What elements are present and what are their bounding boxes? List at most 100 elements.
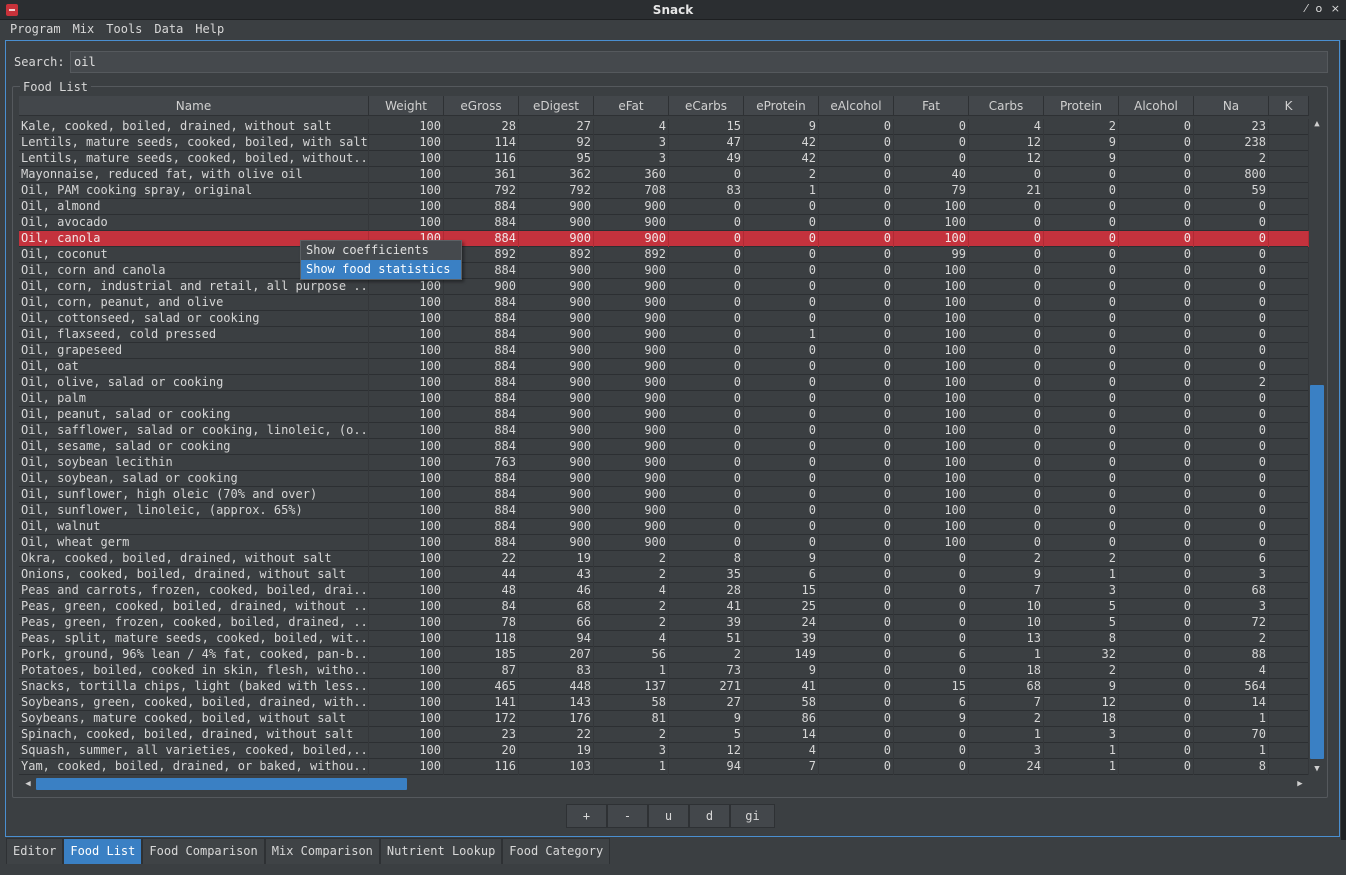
menu-item-show-coefficients[interactable]: Show coefficients <box>301 241 461 260</box>
table-row[interactable]: Onions, cooked, boiled, drained, without… <box>19 567 1309 583</box>
tab-food-category[interactable]: Food Category <box>502 838 611 864</box>
table-row[interactable]: Oil, PAM cooking spray, original 100 792 79… <box>19 183 1309 199</box>
menu-data[interactable]: Data <box>148 20 189 36</box>
table-cell: 2 <box>1194 151 1269 167</box>
food-name-cell: Oil, corn, peanut, and olive <box>19 295 369 311</box>
horizontal-scroll-thumb[interactable] <box>36 778 407 790</box>
table-row[interactable]: Oil, soybean lecithin 100 763 900 900 0 0 0 100 0… <box>19 455 1309 471</box>
vertical-scrollbar[interactable]: ▲ ▼ <box>1309 117 1325 776</box>
table-row[interactable]: Oil, coconut100892892892000990000 <box>19 247 1309 263</box>
table-row[interactable]: Squash, summer, all varieties, cooked, b… <box>19 743 1309 759</box>
table-cell: 0 <box>1119 695 1194 711</box>
table-cell: 78 <box>444 615 519 631</box>
table-row[interactable]: Oil, cottonseed, salad or cooking 100 884 9… <box>19 311 1309 327</box>
table-row[interactable]: Spinach, cooked, boiled, drained, withou… <box>19 727 1309 743</box>
table-row[interactable]: Oil, palm 100 884 900 900 0 0 0 100 0 0 0 0 <box>19 391 1309 407</box>
column-header[interactable]: K <box>1269 96 1309 116</box>
table-row[interactable]: Oil, safflower, salad or cooking, linole… <box>19 423 1309 439</box>
table-row[interactable]: Oil, sesame, salad or cooking 100 884 900 90… <box>19 439 1309 455</box>
table-row[interactable]: Peas, green, cooked, boiled, drained, wi… <box>19 599 1309 615</box>
food-name-cell: Oil, sesame, salad or cooking <box>19 439 369 455</box>
column-header[interactable]: Carbs <box>969 96 1044 116</box>
table-row[interactable]: Oil, corn and canola10088490090000010000… <box>19 263 1309 279</box>
horizontal-scrollbar[interactable]: ◀ ▶ <box>19 776 1309 792</box>
table-row[interactable]: Oil, canola 100 884 900 900 0 0 0 100 0 0 0 0 <box>19 231 1309 247</box>
table-row[interactable]: Pork, ground, 96% lean / 4% fat, cooked,… <box>19 647 1309 663</box>
table-row[interactable]: Lentils, mature seeds, cooked, boiled, w… <box>19 151 1309 167</box>
add-button[interactable]: + <box>566 804 607 828</box>
table-row[interactable]: Mayonnaise, reduced fat, with olive oil 1… <box>19 167 1309 183</box>
table-row[interactable]: Oil, sunflower, linoleic, (approx. 65%) 1… <box>19 503 1309 519</box>
table-cell: 6 <box>894 695 969 711</box>
table-row[interactable]: Oil, wheat germ 100 884 900 900 0 0 0 100 0 0 0 0 <box>19 535 1309 551</box>
move-down-button[interactable]: d <box>689 804 730 828</box>
column-header[interactable]: eAlcohol <box>819 96 894 116</box>
table-cell: 100 <box>369 487 444 503</box>
shade-icon[interactable]: ⁄ <box>1305 2 1307 15</box>
table-row[interactable]: Oil, sunflower, high oleic (70% and over… <box>19 487 1309 503</box>
gi-button[interactable]: gi <box>730 804 775 828</box>
tab-food-list[interactable]: Food List <box>63 838 143 864</box>
table-row[interactable]: Peas and carrots, frozen, cooked, boiled… <box>19 583 1309 599</box>
column-header[interactable]: eFat <box>594 96 669 116</box>
table-row[interactable]: Oil, walnut 100 884 900 900 0 0 0 100 0 0 0 0 <box>19 519 1309 535</box>
move-up-button[interactable]: u <box>648 804 689 828</box>
menu-help[interactable]: Help <box>189 20 230 36</box>
table-row[interactable]: Oil, corn, peanut, and olive 100 884 900 900… <box>19 295 1309 311</box>
table-cell: 12 <box>1044 695 1119 711</box>
table-cell: 900 <box>519 423 594 439</box>
table-row[interactable]: Oil, oat 100 884 900 900 0 0 0 100 0 0 0 0 <box>19 359 1309 375</box>
column-header[interactable]: Na <box>1194 96 1269 116</box>
table-cell: 0 <box>969 423 1044 439</box>
tab-mix-comparison[interactable]: Mix Comparison <box>264 838 380 864</box>
scroll-down-icon[interactable]: ▼ <box>1309 762 1325 776</box>
table-cell: 0 <box>819 231 894 247</box>
scroll-up-icon[interactable]: ▲ <box>1309 117 1325 131</box>
column-header[interactable]: Alcohol <box>1119 96 1194 116</box>
maximize-icon[interactable]: o <box>1316 2 1323 15</box>
search-input[interactable] <box>70 51 1328 73</box>
column-header[interactable]: eGross <box>444 96 519 116</box>
vertical-scroll-thumb[interactable] <box>1310 385 1324 759</box>
menu-item-show-food-statistics[interactable]: Show food statistics <box>301 260 461 279</box>
table-row[interactable]: Okra, cooked, boiled, drained, without s… <box>19 551 1309 567</box>
menu-tools[interactable]: Tools <box>100 20 148 36</box>
table-cell: 900 <box>594 407 669 423</box>
table-row[interactable]: Oil, grapeseed 100 884 900 900 0 0 0 100 0 0 0 0 <box>19 343 1309 359</box>
table-row[interactable]: Peas, split, mature seeds, cooked, boile… <box>19 631 1309 647</box>
column-header[interactable]: Name <box>19 96 369 116</box>
remove-button[interactable]: - <box>607 804 648 828</box>
table-row[interactable]: Oil, olive, salad or cooking 100 884 900 900… <box>19 375 1309 391</box>
column-header[interactable]: Fat <box>894 96 969 116</box>
table-row[interactable]: Oil, peanut, salad or cooking 100 884 900 90… <box>19 407 1309 423</box>
table-row[interactable]: Oil, flaxseed, cold pressed 100 884 900 900 0… <box>19 327 1309 343</box>
menu-mix[interactable]: Mix <box>67 20 101 36</box>
column-header[interactable]: Protein <box>1044 96 1119 116</box>
table-row[interactable]: Lentils, mature seeds, cooked, boiled, w… <box>19 135 1309 151</box>
tab-nutrient-lookup[interactable]: Nutrient Lookup <box>379 838 503 864</box>
tab-editor[interactable]: Editor <box>6 838 64 864</box>
table-row[interactable]: Snacks, tortilla chips, light (baked wit… <box>19 679 1309 695</box>
close-window-icon[interactable]: × <box>1331 2 1340 15</box>
table-row[interactable]: Oil, soybean, salad or cooking 100 884 900 9… <box>19 471 1309 487</box>
table-row[interactable]: Soybeans, mature cooked, boiled, without… <box>19 711 1309 727</box>
table-row[interactable]: Kale, cooked, boiled, drained, without s… <box>19 119 1309 135</box>
table-cell: 0 <box>1194 439 1269 455</box>
column-header[interactable]: Weight <box>369 96 444 116</box>
table-row[interactable]: Oil, almond 100 884 900 900 0 0 0 100 0 0 0 0 <box>19 199 1309 215</box>
scroll-left-icon[interactable]: ◀ <box>21 776 35 792</box>
column-header[interactable]: eDigest <box>519 96 594 116</box>
table-row[interactable]: Yam, cooked, boiled, drained, or baked, … <box>19 759 1309 775</box>
column-header[interactable]: eProtein <box>744 96 819 116</box>
table-row[interactable]: Soybeans, green, cooked, boiled, drained… <box>19 695 1309 711</box>
table-cell: 100 <box>369 455 444 471</box>
table-row[interactable]: Peas, green, frozen, cooked, boiled, dra… <box>19 615 1309 631</box>
column-header[interactable]: eCarbs <box>669 96 744 116</box>
tab-food-comparison[interactable]: Food Comparison <box>142 838 265 864</box>
scroll-right-icon[interactable]: ▶ <box>1293 776 1307 792</box>
table-cell: 100 <box>369 391 444 407</box>
table-row[interactable]: Oil, corn, industrial and retail, all pu… <box>19 279 1309 295</box>
table-row[interactable]: Oil, avocado 100 884 900 900 0 0 0 100 0 0 0 0 <box>19 215 1309 231</box>
table-row[interactable]: Potatoes, boiled, cooked in skin, flesh,… <box>19 663 1309 679</box>
menu-program[interactable]: Program <box>4 20 67 36</box>
